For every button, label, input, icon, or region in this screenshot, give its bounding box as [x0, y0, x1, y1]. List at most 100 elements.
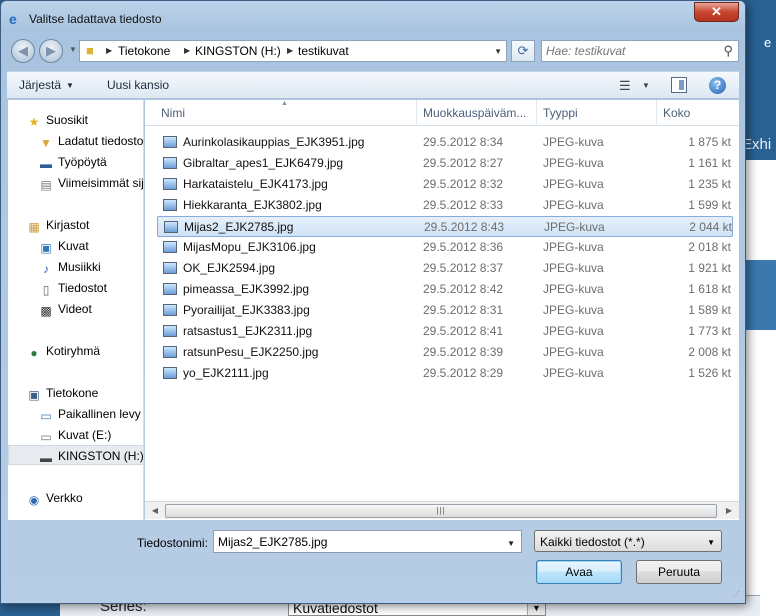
breadcrumb-computer[interactable]: Tietokone: [118, 44, 170, 58]
file-row[interactable]: pimeassa_EJK3992.jpg 29.5.2012 8:42 JPEG-k…: [157, 279, 733, 300]
filetype-select[interactable]: Kaikki tiedostot (*.*) ▼: [534, 530, 722, 552]
title-bar[interactable]: e Valitse ladattava tiedosto ✕: [1, 1, 745, 35]
column-date-label: Muokkauspäiväm...: [423, 106, 527, 120]
column-size-label: Koko: [663, 106, 691, 120]
organize-button[interactable]: Järjestä ▼: [19, 78, 74, 92]
command-bar: Järjestä ▼ Uusi kansio ☰ ▼ ?: [7, 71, 739, 99]
sidebar-item-downloads[interactable]: ▼ Ladatut tiedostot: [8, 131, 143, 151]
chevron-down-icon: ▼: [66, 81, 74, 90]
column-date[interactable]: Muokkauspäiväm...: [417, 100, 537, 126]
drive-icon: ▭: [40, 430, 52, 444]
sidebar-item-favorites[interactable]: ★ Suosikit: [8, 110, 143, 130]
sidebar-item-computer[interactable]: ▣ Tietokone: [8, 383, 143, 403]
arrow-left-icon: ◀: [18, 43, 28, 58]
file-date: 29.5.2012 8:36: [423, 240, 504, 254]
chevron-down-icon[interactable]: ▼: [507, 539, 515, 548]
file-date: 29.5.2012 8:33: [423, 198, 504, 212]
chevron-down-icon[interactable]: ▼: [642, 81, 650, 90]
open-button[interactable]: Avaa: [536, 560, 622, 584]
file-name: Gibraltar_apes1_EJK6479.jpg: [183, 156, 344, 170]
navigation-bar: ◀ ▶ ▼ ■ ▶ Tietokone ▶ KINGSTON (H:) ▶ te…: [9, 37, 739, 65]
horizontal-scrollbar[interactable]: ◀ ||| ▶: [145, 501, 739, 519]
chevron-down-icon[interactable]: ▼: [494, 47, 502, 56]
views-icon[interactable]: ☰: [619, 78, 631, 94]
file-type: JPEG-kuva: [544, 220, 605, 234]
refresh-button[interactable]: ⟳: [511, 40, 535, 62]
sidebar-item-local-disk[interactable]: ▭ Paikallinen levy (C:): [8, 404, 143, 424]
address-bar[interactable]: ■ ▶ Tietokone ▶ KINGSTON (H:) ▶ testikuv…: [79, 40, 507, 62]
navigation-pane: ★ Suosikit ▼ Ladatut tiedostot ▬ Työpöytä ▤…: [8, 100, 144, 520]
file-row[interactable]: OK_EJK2594.jpg 29.5.2012 8:37 JPEG-kuva 1 9…: [157, 258, 733, 279]
file-size: 1 618 kt: [688, 282, 731, 296]
search-input[interactable]: [546, 43, 716, 59]
file-date: 29.5.2012 8:39: [423, 345, 504, 359]
file-size: 1 161 kt: [688, 156, 731, 170]
preview-pane-icon[interactable]: [671, 77, 687, 93]
sidebar-item-videos[interactable]: ▩ Videot: [8, 299, 143, 319]
breadcrumb-drive[interactable]: KINGSTON (H:): [195, 44, 281, 58]
sidebar-item-kingston[interactable]: ▬ KINGSTON (H:): [8, 445, 143, 465]
back-button[interactable]: ◀: [11, 39, 35, 63]
column-type[interactable]: Tyyppi: [537, 100, 657, 126]
local-disk-icon: ▭: [40, 409, 52, 423]
computer-icon: ▣: [28, 388, 40, 402]
sidebar-item-recent[interactable]: ▤ Viimeisimmät sijainnit: [8, 173, 143, 193]
filetype-value: Kaikki tiedostot (*.*): [540, 535, 645, 549]
file-row[interactable]: MijasMopu_EJK3106.jpg 29.5.2012 8:36 JPEG-…: [157, 237, 733, 258]
file-name: Pyorailijat_EJK3383.jpg: [183, 303, 310, 317]
sidebar-item-network[interactable]: ◉ Verkko: [8, 488, 143, 508]
image-file-icon: [163, 367, 177, 379]
search-box[interactable]: ⚲: [541, 40, 739, 62]
file-date: 29.5.2012 8:32: [423, 177, 504, 191]
image-file-icon: [163, 283, 177, 295]
sidebar-item-drive-e[interactable]: ▭ Kuvat (E:): [8, 425, 143, 445]
file-row[interactable]: yo_EJK2111.jpg 29.5.2012 8:29 JPEG-kuva 1 5…: [157, 363, 733, 384]
filename-field[interactable]: Mijas2_EJK2785.jpg ▼: [213, 530, 522, 553]
column-size[interactable]: Koko: [657, 100, 739, 126]
file-row[interactable]: Gibraltar_apes1_EJK6479.jpg 29.5.2012 8:2…: [157, 153, 733, 174]
breadcrumb-folder[interactable]: testikuvat: [298, 44, 349, 58]
file-row[interactable]: ratsastus1_EJK2311.jpg 29.5.2012 8:41 JPEG…: [157, 321, 733, 342]
file-row[interactable]: Hiekkaranta_EJK3802.jpg 29.5.2012 8:33 JPE…: [157, 195, 733, 216]
file-row[interactable]: Harkataistelu_EJK4173.jpg 29.5.2012 8:32 J…: [157, 174, 733, 195]
sidebar-item-homegroup[interactable]: ● Kotiryhmä: [8, 341, 143, 361]
sidebar-item-documents[interactable]: ▯ Tiedostot: [8, 278, 143, 298]
file-size: 1 875 kt: [688, 135, 731, 149]
sidebar-item-desktop[interactable]: ▬ Työpöytä: [8, 152, 143, 172]
sidebar-item-label: Tiedostot: [58, 281, 107, 295]
scroll-right-icon[interactable]: ▶: [721, 504, 737, 518]
scroll-left-icon[interactable]: ◀: [147, 504, 163, 518]
background-partial-text: Exhi: [742, 136, 772, 153]
sidebar-item-pictures[interactable]: ▣ Kuvat: [8, 236, 143, 256]
scroll-thumb[interactable]: |||: [165, 504, 717, 518]
new-folder-button[interactable]: Uusi kansio: [107, 78, 169, 92]
search-icon[interactable]: ⚲: [723, 43, 733, 59]
file-type: JPEG-kuva: [543, 282, 604, 296]
help-icon[interactable]: ?: [709, 77, 726, 94]
close-button[interactable]: ✕: [694, 2, 739, 22]
file-row[interactable]: Mijas2_EJK2785.jpg 29.5.2012 8:43 JPEG-kuv…: [157, 216, 733, 237]
resize-grip-icon[interactable]: ⋰: [733, 591, 743, 603]
sidebar-item-libraries[interactable]: ▦ Kirjastot: [8, 215, 143, 235]
breadcrumb-separator-icon[interactable]: ▶: [184, 46, 190, 55]
file-date: 29.5.2012 8:43: [424, 220, 505, 234]
file-name: Harkataistelu_EJK4173.jpg: [183, 177, 328, 191]
file-row[interactable]: Aurinkolasikauppias_EJK3951.jpg 29.5.2012…: [157, 132, 733, 153]
image-file-icon: [163, 157, 177, 169]
organize-label: Järjestä: [19, 78, 62, 92]
sidebar-item-music[interactable]: ♪ Musiikki: [8, 257, 143, 277]
window-title: Valitse ladattava tiedosto: [29, 12, 162, 26]
recent-locations-dropdown[interactable]: ▼: [69, 45, 77, 54]
file-date: 29.5.2012 8:41: [423, 324, 504, 338]
file-row[interactable]: ratsunPesu_EJK2250.jpg 29.5.2012 8:39 JPEG…: [157, 342, 733, 363]
breadcrumb-separator-icon[interactable]: ▶: [106, 46, 112, 55]
image-file-icon: [163, 178, 177, 190]
cancel-button[interactable]: Peruuta: [636, 560, 722, 584]
breadcrumb-separator-icon[interactable]: ▶: [287, 46, 293, 55]
file-size: 2 044 kt: [689, 220, 732, 234]
sidebar-item-label: Videot: [58, 302, 92, 316]
file-row[interactable]: Pyorailijat_EJK3383.jpg 29.5.2012 8:31 JPE…: [157, 300, 733, 321]
forward-button[interactable]: ▶: [39, 39, 63, 63]
file-type: JPEG-kuva: [543, 303, 604, 317]
file-type: JPEG-kuva: [543, 261, 604, 275]
